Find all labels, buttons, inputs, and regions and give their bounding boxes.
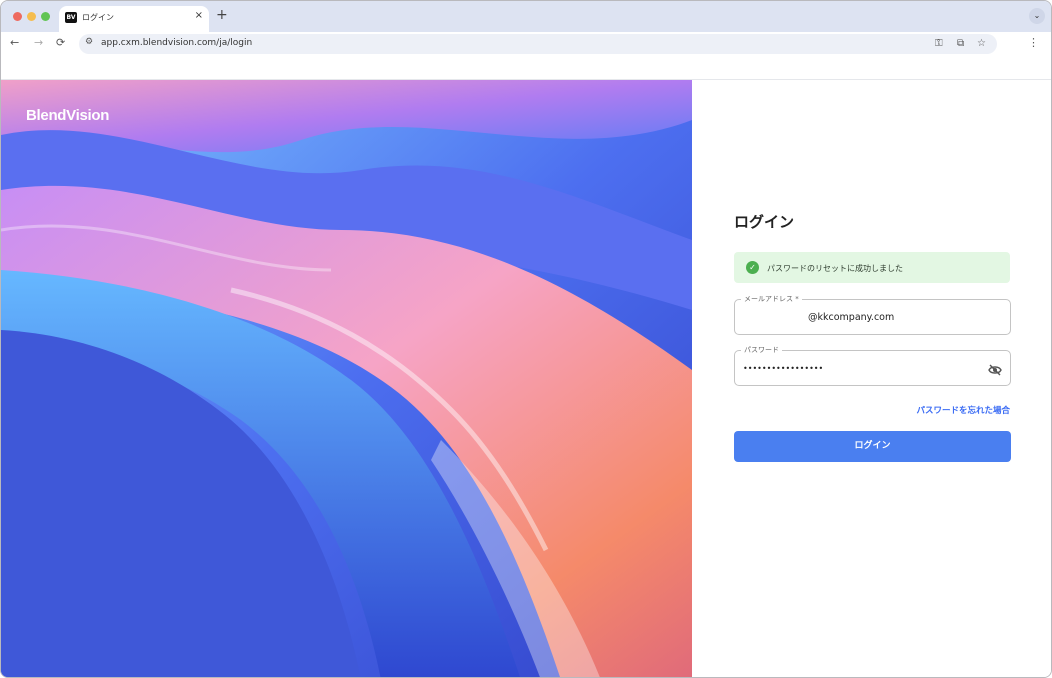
tab-search-button[interactable]: ⌄ — [1029, 8, 1045, 24]
url-text[interactable]: app.cxm.blendvision.com/ja/login — [101, 38, 252, 48]
email-field[interactable]: メールアドレス * @kkcompany.com — [734, 294, 1011, 335]
login-button[interactable]: ログイン — [734, 431, 1011, 462]
email-value[interactable]: @kkcompany.com — [808, 312, 894, 323]
tab-title: ログイン — [82, 13, 114, 22]
browser-menu-button[interactable]: ⋮ — [1028, 36, 1039, 49]
password-value[interactable]: ••••••••••••••••• — [743, 364, 823, 373]
new-tab-button[interactable]: + — [216, 7, 228, 23]
page-title: ログイン — [734, 213, 795, 231]
close-window-button[interactable] — [13, 12, 22, 21]
forward-button[interactable]: → — [34, 35, 43, 51]
browser-tab[interactable]: BV ログイン × — [59, 6, 209, 32]
bookmark-star-icon[interactable]: ☆ — [977, 37, 986, 51]
check-circle-icon: ✓ — [746, 261, 759, 274]
reload-button[interactable]: ⟳ — [56, 35, 65, 51]
maximize-window-button[interactable] — [41, 12, 50, 21]
tab-bar: BV ログイン × + ⌄ — [1, 1, 1051, 32]
password-label: パスワード — [741, 345, 782, 355]
address-bar[interactable]: ⚙ app.cxm.blendvision.com/ja/login ⚿ ⧉ ☆ — [79, 34, 997, 54]
browser-window: BV ログイン × + ⌄ ← → ⟳ ⚙ app.cxm.blendvisio… — [0, 0, 1052, 678]
password-field[interactable]: パスワード ••••••••••••••••• — [734, 345, 1011, 386]
favicon-icon: BV — [65, 12, 77, 23]
browser-toolbar: ← → ⟳ ⚙ app.cxm.blendvision.com/ja/login… — [1, 32, 1051, 56]
back-button[interactable]: ← — [10, 35, 19, 51]
alert-message: パスワードのリセットに成功しました — [767, 264, 903, 273]
blendvision-logo: BlendVision — [26, 107, 110, 124]
close-icon[interactable]: × — [195, 10, 203, 21]
forgot-password-link[interactable]: パスワードを忘れた場合 — [916, 404, 1010, 416]
success-alert: ✓ パスワードのリセットに成功しました — [734, 252, 1010, 283]
login-panel: ログイン ✓ パスワードのリセットに成功しました メールアドレス * @kkco… — [692, 80, 1051, 677]
install-app-icon[interactable]: ⧉ — [957, 37, 964, 51]
abstract-wave-artwork — [1, 80, 692, 677]
site-info-icon[interactable]: ⚙ — [85, 37, 93, 47]
email-label: メールアドレス * — [741, 294, 802, 304]
hero-image: BlendVision — [1, 80, 692, 677]
eye-slash-icon[interactable] — [988, 361, 1002, 380]
minimize-window-button[interactable] — [27, 12, 36, 21]
key-icon[interactable]: ⚿ — [935, 37, 943, 51]
